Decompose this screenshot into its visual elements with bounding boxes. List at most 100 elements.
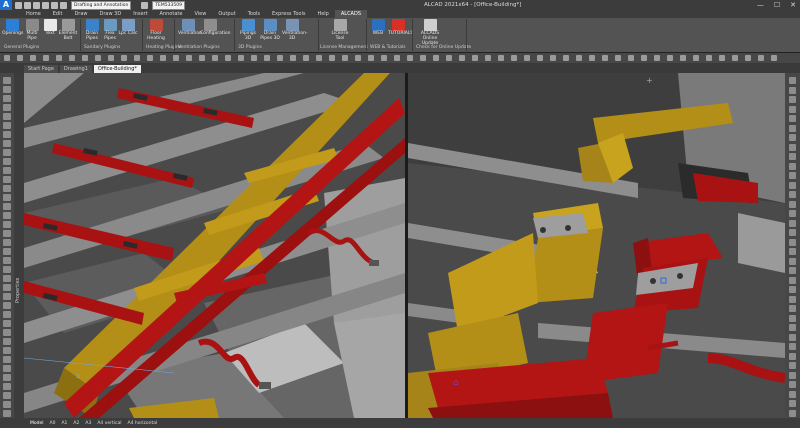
toolbar-tool-icon[interactable] [680,55,686,61]
toolbar-tool-icon[interactable] [82,55,88,61]
right-tool-icon[interactable] [789,286,796,293]
ribbon-button-ventilation[interactable]: Ventilation [178,19,202,36]
toolbar-tool-icon[interactable] [628,55,634,61]
toolbar-tool-icon[interactable] [446,55,452,61]
toolbar-tool-icon[interactable] [56,55,62,61]
right-tool-icon[interactable] [789,134,796,141]
tab-draw[interactable]: Draw [68,10,93,18]
left-tool-icon[interactable] [3,410,11,417]
toolbar-tool-icon[interactable] [69,55,75,61]
tab-view[interactable]: View [188,10,212,18]
ribbon-button-license-tool[interactable]: License Tool [330,19,350,41]
properties-panel-collapsed[interactable]: Properties [14,73,24,418]
left-tool-icon[interactable] [3,338,11,345]
toolbar-tool-icon[interactable] [264,55,270,61]
left-tool-icon[interactable] [3,176,11,183]
right-tool-icon[interactable] [789,200,796,208]
layout-tab-model[interactable]: Model [30,421,44,426]
left-tool-icon[interactable] [3,221,11,228]
ribbon-button-ventilation-3d[interactable]: Ventilation-3D [282,19,308,41]
left-tool-icon[interactable] [3,113,11,120]
toolbar-tool-icon[interactable] [251,55,257,61]
toolbar-tool-icon[interactable] [602,55,608,61]
doc-tab-office-building[interactable]: Office-Building* [93,65,141,73]
toolbar-tool-icon[interactable] [511,55,517,61]
left-tool-icon[interactable] [3,95,11,102]
toolbar-tool-icon[interactable] [160,55,166,61]
new-icon[interactable] [15,1,22,9]
ribbon-button-flex-pipes[interactable]: Flex Pipes [100,19,120,41]
tab-express-tools[interactable]: Express Tools [266,10,311,18]
right-tool-icon[interactable] [789,371,796,379]
close-button[interactable]: ✕ [790,0,796,10]
left-tool-icon[interactable] [3,248,11,255]
toolbar-tool-icon[interactable] [329,55,335,61]
redo-icon[interactable] [60,1,67,9]
right-tool-icon[interactable] [789,295,796,303]
layout-tab-a3[interactable]: A3 [85,421,91,426]
toolbar-tool-icon[interactable] [485,55,491,61]
ribbon-button-pipings-3d[interactable]: Pipings 3D [238,19,258,41]
toolbar-tool-icon[interactable] [316,55,322,61]
toolbar-tool-icon[interactable] [758,55,764,61]
toolbar-tool-icon[interactable] [303,55,309,61]
toolbar-tool-icon[interactable] [550,55,556,61]
right-tool-icon[interactable] [789,162,796,170]
left-tool-icon[interactable] [3,167,11,174]
model-3d-left[interactable]: ⌂ [24,73,405,418]
toolbar-tool-icon[interactable] [186,55,192,61]
tab-annotate[interactable]: Annotate [154,10,189,18]
toolbar-tool-icon[interactable] [212,55,218,61]
toolbar-tool-icon[interactable] [524,55,530,61]
layer-icon[interactable] [141,1,149,9]
toolbar-tool-icon[interactable] [121,55,127,61]
ribbon-button-element-bolt[interactable]: Element Bolt [58,19,78,41]
left-tool-icon[interactable] [3,275,11,282]
toolbar-tool-icon[interactable] [134,55,140,61]
layout-tab-a4-horizontal[interactable]: A4 horizontal [127,421,157,426]
right-tool-icon[interactable] [789,409,796,417]
toolbar-tool-icon[interactable] [498,55,504,61]
left-tool-icon[interactable] [3,203,11,210]
layout-tab-a0[interactable]: A0 [50,421,56,426]
toolbar-tool-icon[interactable] [381,55,387,61]
toolbar-tool-icon[interactable] [654,55,660,61]
left-tool-icon[interactable] [3,140,11,147]
right-tool-icon[interactable] [789,324,796,331]
right-tool-icon[interactable] [789,352,796,360]
left-tool-icon[interactable] [3,212,11,219]
left-tool-icon[interactable] [3,329,11,336]
right-tool-icon[interactable] [789,210,796,217]
tab-help[interactable]: Help [311,10,334,18]
open-icon[interactable] [24,1,31,9]
left-tool-icon[interactable] [3,239,11,246]
ribbon-button-drain-pipes-3d[interactable]: Drain Pipes 3D [260,19,280,41]
left-tool-icon[interactable] [3,356,11,363]
ribbon-button-drain-pipes[interactable]: Drain Pipes [82,19,102,41]
right-tool-icon[interactable] [789,305,796,312]
right-tool-icon[interactable] [789,400,796,407]
toolbar-tool-icon[interactable] [745,55,751,61]
right-tool-icon[interactable] [789,77,796,84]
minimize-button[interactable]: — [757,0,764,10]
left-tool-icon[interactable] [3,266,11,273]
toolbar-tool-icon[interactable] [719,55,725,61]
print-icon[interactable] [42,1,49,9]
toolbar-tool-icon[interactable] [290,55,296,61]
right-tool-icon[interactable] [789,390,796,398]
tab-tools[interactable]: Tools [242,10,266,18]
tab-home[interactable]: Home [20,10,47,18]
right-tool-icon[interactable] [789,257,796,265]
workspace-select[interactable]: Drafting and Annotation [71,0,132,10]
right-tool-icon[interactable] [789,86,796,94]
doc-tab-start-page[interactable]: Start Page [24,65,58,73]
right-tool-icon[interactable] [789,362,796,369]
right-tool-icon[interactable] [789,219,796,227]
toolbar-tool-icon[interactable] [537,55,543,61]
right-tool-icon[interactable] [789,333,796,341]
left-tool-icon[interactable] [3,293,11,300]
toolbar-tool-icon[interactable] [576,55,582,61]
toolbar-tool-icon[interactable] [30,55,36,61]
right-tool-icon[interactable] [789,96,796,103]
left-tool-icon[interactable] [3,158,11,165]
